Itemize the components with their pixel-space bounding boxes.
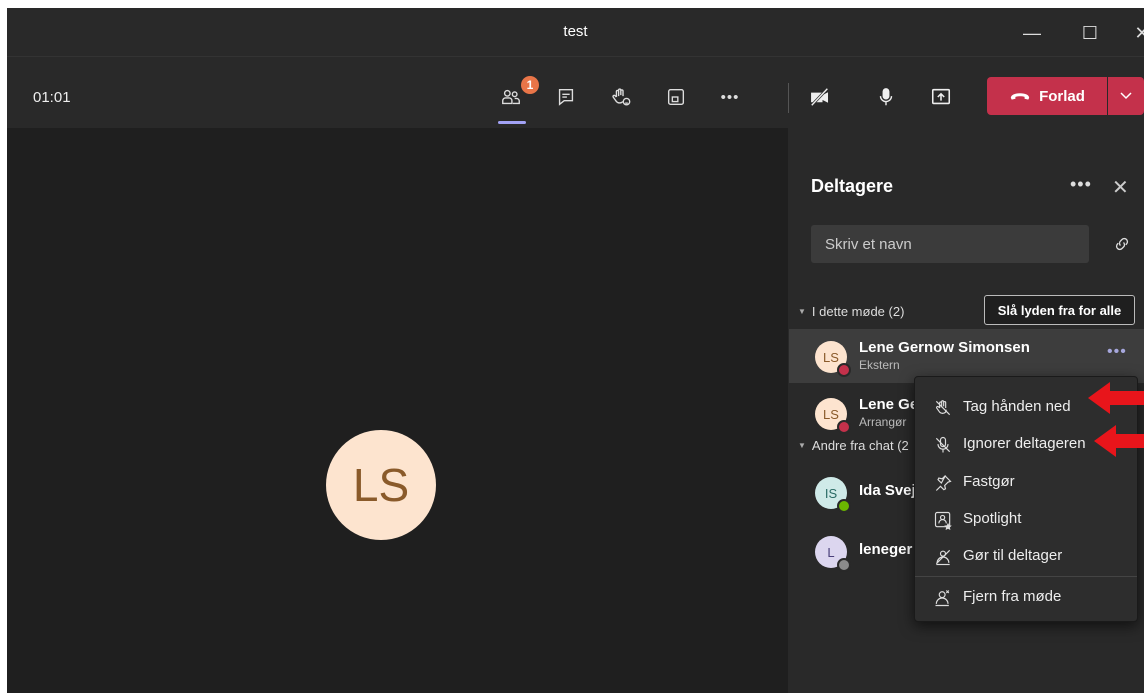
participant-row[interactable]: LS Lene Gernow Simonsen Ekstern •••	[789, 329, 1144, 383]
raise-hand-button[interactable]	[604, 81, 638, 113]
participant-name: Ida Svej	[859, 482, 916, 499]
status-badge	[837, 499, 851, 513]
mute-participant-icon	[935, 436, 951, 453]
chevron-down-icon	[1120, 92, 1132, 100]
title-bar: test — ☐ ✕	[7, 8, 1144, 56]
menu-item-label: Spotlight	[963, 510, 1022, 527]
active-tab-indicator	[498, 121, 526, 124]
status-badge	[837, 558, 851, 572]
lower-hand-icon	[935, 400, 951, 416]
menu-item-label: Ignorer deltageren	[963, 435, 1086, 452]
rooms-icon	[667, 88, 685, 106]
camera-button[interactable]	[803, 81, 837, 113]
participant-role: Ekstern	[859, 358, 900, 372]
meeting-toolbar: 01:01 1 ••• Forlad	[7, 56, 1144, 128]
chat-icon	[558, 88, 574, 106]
participant-role: Arrangør	[859, 415, 907, 429]
video-stage: LS	[7, 128, 788, 693]
meeting-timer: 01:01	[33, 89, 71, 106]
participant-name: Lene Ge	[859, 396, 919, 413]
panel-close-button[interactable]: ✕	[1112, 175, 1129, 200]
pin-menu-item[interactable]: Fastgør	[915, 464, 1137, 500]
annotation-arrow	[1094, 425, 1144, 457]
menu-item-label: Tag hånden ned	[963, 398, 1071, 415]
raise-hand-icon	[612, 88, 631, 106]
panel-title: Deltagere	[811, 176, 894, 196]
remove-from-meeting-menu-item[interactable]: Fjern fra møde	[915, 579, 1137, 615]
status-badge	[837, 420, 851, 434]
spotlight-menu-item[interactable]: Spotlight	[915, 501, 1137, 537]
chat-button[interactable]	[549, 81, 583, 113]
participant-name: leneger	[859, 541, 913, 558]
mute-all-button[interactable]: Slå lyden fra for alle	[984, 295, 1135, 325]
remove-person-icon	[935, 590, 950, 607]
leave-label: Forlad	[1039, 87, 1085, 105]
window-title: test	[563, 23, 588, 40]
toolbar-separator	[788, 83, 789, 113]
leave-button[interactable]: Forlad	[987, 77, 1107, 115]
section-in-meeting-label: I dette møde (2)	[811, 304, 905, 319]
caret-down-icon: ▼	[798, 307, 806, 316]
microphone-button[interactable]	[869, 81, 903, 113]
share-link-icon[interactable]	[1113, 235, 1131, 253]
minimize-button[interactable]: —	[1019, 20, 1045, 46]
status-badge	[837, 363, 851, 377]
make-attendee-icon	[935, 549, 951, 566]
participants-icon	[502, 89, 520, 105]
caret-down-icon: ▼	[798, 441, 806, 450]
menu-item-label: Fjern fra møde	[963, 588, 1062, 605]
search-input[interactable]	[811, 225, 1089, 263]
section-other-chat[interactable]: ▼ Andre fra chat (2	[798, 438, 909, 453]
share-icon	[931, 88, 951, 105]
panel-more-button[interactable]: •••	[1070, 174, 1092, 195]
participant-more-button[interactable]: •••	[1107, 343, 1127, 361]
maximize-button[interactable]: ☐	[1077, 20, 1103, 46]
stage-avatar: LS	[326, 430, 436, 540]
more-actions-button[interactable]: •••	[713, 81, 747, 113]
leave-options-button[interactable]	[1108, 77, 1144, 115]
spotlight-icon	[934, 511, 952, 530]
menu-item-label: Gør til deltager	[963, 547, 1063, 564]
pin-icon	[935, 475, 952, 491]
close-window-button[interactable]: ✕	[1129, 20, 1144, 46]
make-attendee-menu-item[interactable]: Gør til deltager	[915, 538, 1137, 574]
participant-name: Lene Gernow Simonsen	[859, 339, 1030, 356]
breakout-rooms-button[interactable]	[659, 81, 693, 113]
camera-off-icon	[810, 87, 829, 107]
section-other-chat-label: Andre fra chat (2	[811, 438, 909, 453]
participants-badge: 1	[521, 76, 539, 94]
menu-item-label: Fastgør	[963, 473, 1015, 490]
annotation-arrow	[1088, 382, 1144, 414]
microphone-icon	[879, 88, 893, 106]
menu-divider	[915, 576, 1137, 577]
share-screen-button[interactable]	[924, 81, 958, 113]
section-in-meeting[interactable]: ▼ I dette møde (2)	[798, 304, 904, 319]
hang-up-icon	[1010, 93, 1030, 100]
